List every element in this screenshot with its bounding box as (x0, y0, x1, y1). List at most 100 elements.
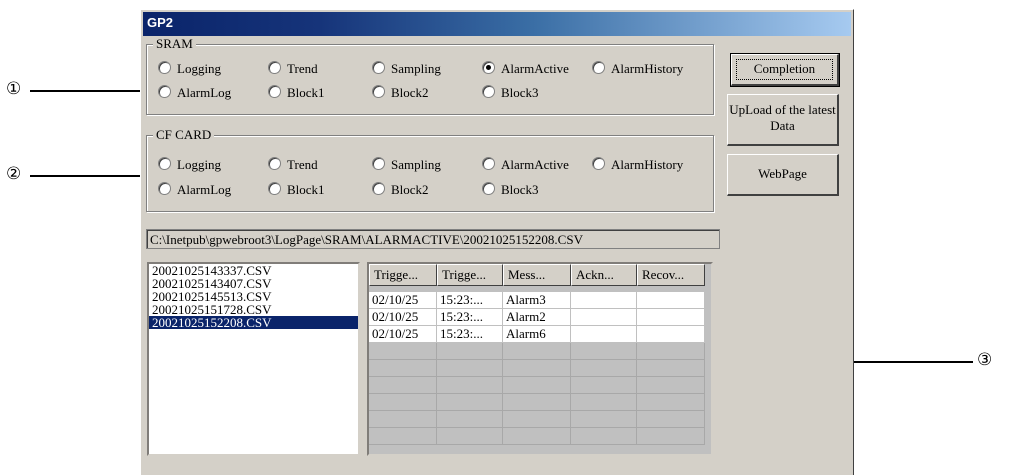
radio-button-icon (268, 85, 281, 98)
webpage-label: WebPage (758, 166, 807, 181)
radio-button-icon (482, 61, 495, 74)
table-cell[interactable] (637, 326, 705, 343)
sram-group: SRAM Logging Trend Sampling AlarmActive Alar… (146, 36, 714, 115)
empty-grid-cell (637, 360, 705, 377)
sram-radio-block3[interactable]: Block3 (482, 85, 539, 101)
cf-card-legend: CF CARD (153, 127, 215, 143)
cf-radio-logging[interactable]: Logging (158, 157, 221, 173)
radio-label: AlarmLog (177, 85, 232, 100)
callout-1: ① (6, 79, 22, 99)
cf-radio-block1[interactable]: Block1 (268, 182, 325, 198)
sram-radio-alarmactive[interactable]: AlarmActive (482, 61, 569, 77)
empty-grid-cell (503, 343, 571, 360)
empty-grid-cell (503, 411, 571, 428)
sram-radio-alarmlog[interactable]: AlarmLog (158, 85, 231, 101)
empty-grid-cell (437, 343, 503, 360)
sram-radio-sampling[interactable]: Sampling (372, 61, 441, 77)
table-cell[interactable]: 02/10/25 (369, 292, 437, 309)
empty-grid-cell (503, 394, 571, 411)
radio-button-icon (592, 61, 605, 74)
radio-button-icon (268, 182, 281, 195)
table-cell[interactable] (637, 292, 705, 309)
sram-radio-logging[interactable]: Logging (158, 61, 221, 77)
radio-label: Block3 (501, 182, 539, 197)
empty-grid-cell (437, 394, 503, 411)
empty-grid-cell (637, 394, 705, 411)
table-cell[interactable]: 02/10/25 (369, 326, 437, 343)
radio-label: Sampling (391, 61, 441, 76)
alarm-table[interactable]: Trigge... Trigge... Mess... Ackn... Recov...… (367, 262, 713, 456)
cf-radio-alarmhistory[interactable]: AlarmHistory (592, 157, 683, 173)
cf-radio-block3[interactable]: Block3 (482, 182, 539, 198)
window-title: GP2 (147, 15, 174, 30)
column-header[interactable]: Mess... (503, 264, 571, 286)
radio-label: Trend (287, 157, 318, 172)
radio-label: Block3 (501, 85, 539, 100)
column-header[interactable]: Ackn... (571, 264, 637, 286)
table-cell[interactable]: Alarm3 (503, 292, 571, 309)
radio-button-icon (482, 85, 495, 98)
empty-grid-cell (637, 377, 705, 394)
empty-grid-cell (437, 428, 503, 445)
empty-grid-cell (503, 360, 571, 377)
file-list-item[interactable]: 20021025152208.CSV (149, 316, 358, 329)
radio-label: Block2 (391, 182, 429, 197)
file-list[interactable]: 20021025143337.CSV 20021025143407.CSV 2002… (147, 262, 360, 456)
upload-label: UpLoad of the latest Data (729, 102, 836, 133)
empty-grid-cell (503, 377, 571, 394)
empty-grid-cell (571, 411, 637, 428)
cf-radio-alarmlog[interactable]: AlarmLog (158, 182, 231, 198)
radio-label: Block1 (287, 182, 325, 197)
empty-grid-cell (571, 377, 637, 394)
empty-grid-cell (369, 360, 437, 377)
column-header[interactable]: Trigge... (369, 264, 437, 286)
radio-button-icon (372, 182, 385, 195)
column-header[interactable]: Trigge... (437, 264, 503, 286)
cf-radio-sampling[interactable]: Sampling (372, 157, 441, 173)
webpage-button[interactable]: WebPage (727, 154, 839, 196)
radio-button-icon (268, 61, 281, 74)
table-cell[interactable]: 15:23:... (437, 292, 503, 309)
empty-grid-cell (437, 411, 503, 428)
table-cell[interactable] (571, 292, 637, 309)
table-cell[interactable]: 02/10/25 (369, 309, 437, 326)
upload-latest-data-button[interactable]: UpLoad of the latest Data (727, 94, 839, 146)
empty-grid-cell (637, 428, 705, 445)
empty-grid-cell (503, 428, 571, 445)
radio-button-icon (158, 85, 171, 98)
radio-button-icon (372, 61, 385, 74)
callout-2-line (30, 175, 153, 177)
cf-radio-alarmactive[interactable]: AlarmActive (482, 157, 569, 173)
empty-grid-cell (637, 411, 705, 428)
completion-button[interactable]: Completion (730, 53, 840, 87)
empty-grid-cell (637, 343, 705, 360)
radio-button-icon (372, 85, 385, 98)
radio-button-icon (482, 157, 495, 170)
table-cell[interactable]: 15:23:... (437, 309, 503, 326)
radio-button-icon (592, 157, 605, 170)
radio-button-icon (372, 157, 385, 170)
radio-label: Block2 (391, 85, 429, 100)
sram-radio-block2[interactable]: Block2 (372, 85, 429, 101)
cf-radio-trend[interactable]: Trend (268, 157, 318, 173)
cf-radio-block2[interactable]: Block2 (372, 182, 429, 198)
radio-label: Logging (177, 157, 222, 172)
column-header[interactable]: Recov... (637, 264, 705, 286)
empty-grid-cell (571, 343, 637, 360)
completion-focus-rect (736, 59, 833, 80)
radio-label: AlarmActive (501, 157, 569, 172)
radio-button-icon (158, 182, 171, 195)
gp2-window: GP2 SRAM Logging Trend Sampling AlarmActive… (140, 9, 854, 475)
table-cell[interactable] (637, 309, 705, 326)
table-cell[interactable]: 15:23:... (437, 326, 503, 343)
table-cell[interactable]: Alarm2 (503, 309, 571, 326)
sram-radio-alarmhistory[interactable]: AlarmHistory (592, 61, 683, 77)
sram-radio-block1[interactable]: Block1 (268, 85, 325, 101)
table-cell[interactable]: Alarm6 (503, 326, 571, 343)
callout-2: ② (6, 164, 22, 184)
sram-radio-trend[interactable]: Trend (268, 61, 318, 77)
table-cell[interactable] (571, 326, 637, 343)
empty-grid-cell (369, 394, 437, 411)
table-cell[interactable] (571, 309, 637, 326)
radio-button-icon (158, 157, 171, 170)
